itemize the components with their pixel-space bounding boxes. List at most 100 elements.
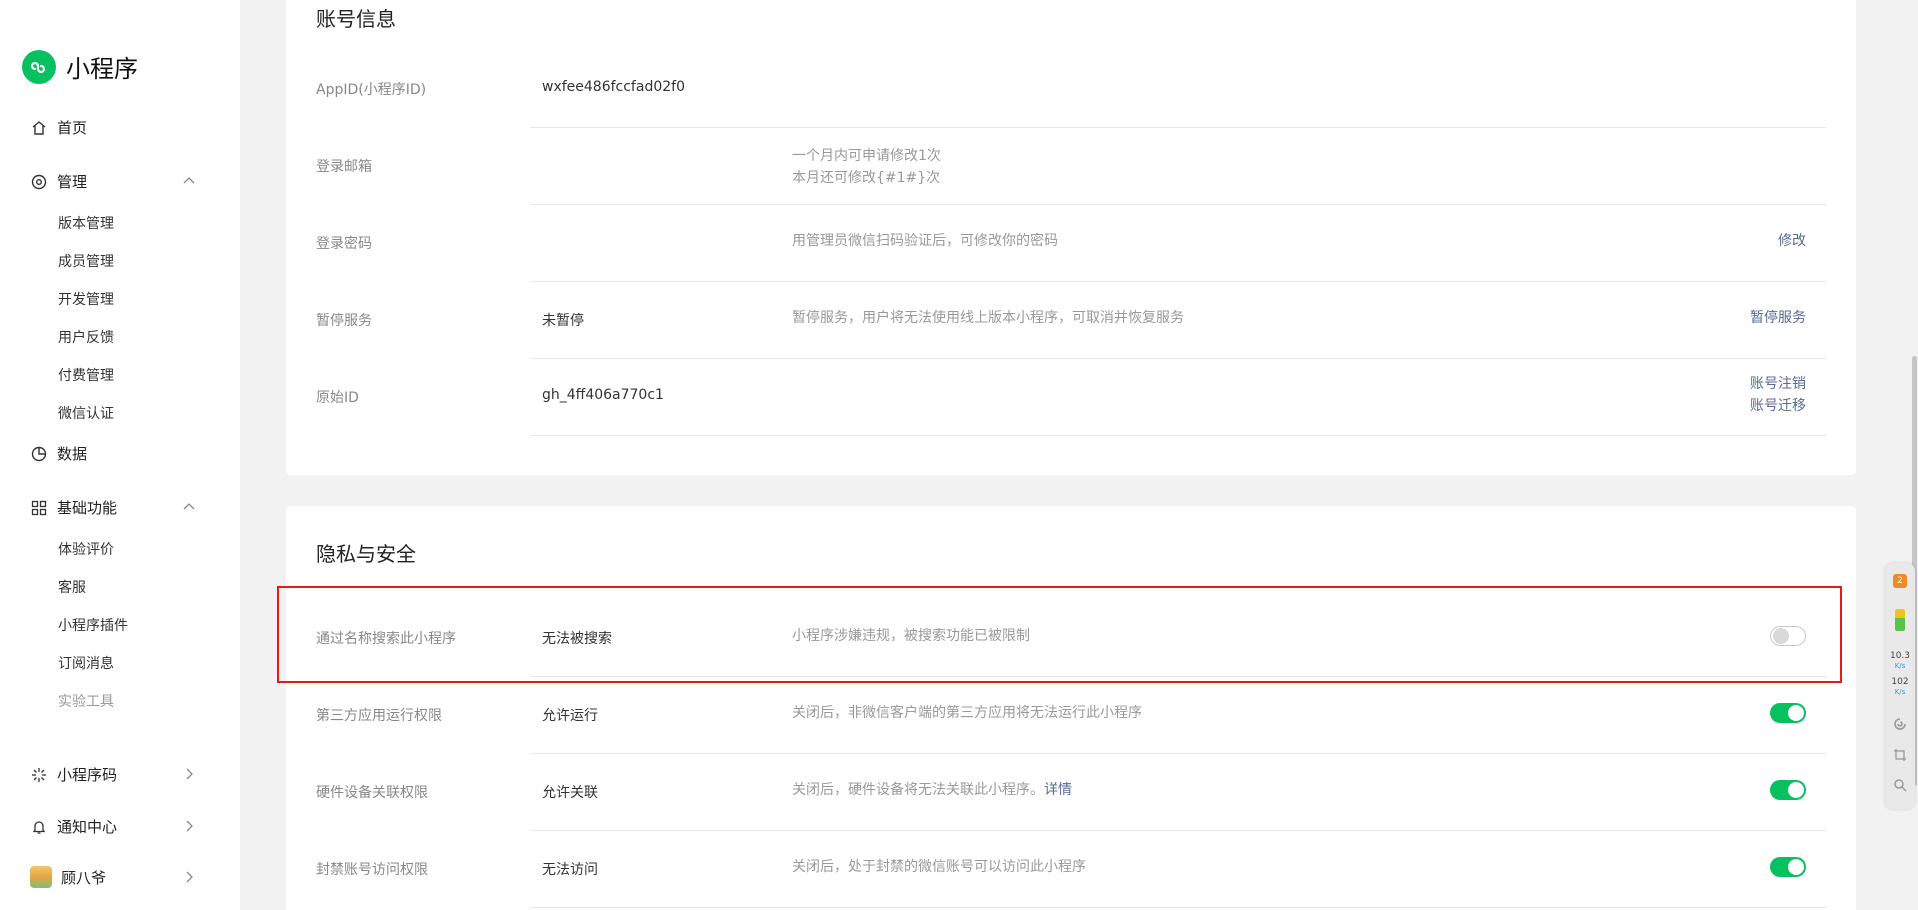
divider bbox=[530, 435, 1826, 436]
modify-password-link[interactable]: 修改 bbox=[1778, 230, 1806, 252]
row-banned: 封禁账号访问权限 无法访问 关闭后，处于封禁的微信账号可以访问此小程序 bbox=[316, 857, 1826, 910]
hardware-label: 硬件设备关联权限 bbox=[316, 785, 428, 801]
row-appid: AppID(小程序ID) wxfee486fccfad02f0 bbox=[316, 77, 1826, 137]
chevron-right-icon[interactable] bbox=[182, 819, 196, 833]
nav-basic[interactable]: 基础功能 bbox=[30, 497, 117, 518]
crop-icon[interactable] bbox=[1893, 748, 1907, 762]
sidebar-item-review[interactable]: 体验评价 bbox=[58, 539, 114, 559]
row-email: 登录邮箱 一个月内可申请修改1次 本月还可修改{#1#}次 bbox=[316, 148, 1826, 220]
nav-manage-label: 管理 bbox=[57, 173, 88, 191]
sidebar-item-subscribe[interactable]: 订阅消息 bbox=[58, 653, 114, 673]
nav-manage[interactable]: 管理 bbox=[30, 171, 87, 192]
email-label: 登录邮箱 bbox=[316, 159, 372, 175]
banned-value: 无法访问 bbox=[542, 862, 598, 878]
origin-id-value: gh_4ff406a770c1 bbox=[542, 387, 664, 403]
banned-desc: 关闭后，处于封禁的微信账号可以访问此小程序 bbox=[792, 859, 1086, 875]
thirdparty-toggle[interactable] bbox=[1770, 703, 1806, 723]
chevron-right-icon[interactable] bbox=[182, 870, 196, 884]
account-title: 账号信息 bbox=[316, 7, 396, 31]
sidebar-item-lab[interactable]: 实验工具 bbox=[58, 691, 114, 711]
nav-notify-label: 通知中心 bbox=[57, 818, 118, 836]
sidebar-item-plugin[interactable]: 小程序插件 bbox=[58, 615, 128, 635]
sidebar-item-version[interactable]: 版本管理 bbox=[58, 213, 114, 233]
network-widget[interactable]: 2 10.3 K/s 102 K/s bbox=[1885, 563, 1915, 809]
toggle-knob bbox=[1788, 859, 1804, 875]
download-value: 102 bbox=[1891, 677, 1909, 687]
swirl-icon[interactable] bbox=[1893, 717, 1907, 731]
row-password: 登录密码 用管理员微信扫码验证后，可修改你的密码 修改 bbox=[316, 233, 1826, 303]
banned-label: 封禁账号访问权限 bbox=[316, 862, 428, 878]
chevron-up-icon[interactable] bbox=[182, 174, 196, 188]
toggle-knob bbox=[1788, 705, 1804, 721]
account-cancel-link[interactable]: 账号注销 bbox=[1750, 373, 1806, 395]
battery-icon bbox=[1895, 609, 1905, 631]
sparkle-icon bbox=[30, 766, 48, 784]
download-speed: 102 K/s bbox=[1886, 677, 1914, 697]
sidebar: 小程序 首页 管理 版本管理 成员管理 开发管理 用户反馈 付费管理 微信认证 … bbox=[0, 0, 240, 910]
email-desc-line2: 本月还可修改{#1#}次 bbox=[792, 170, 941, 186]
nav-qrcode[interactable]: 小程序码 bbox=[30, 764, 117, 785]
thirdparty-desc: 关闭后，非微信客户端的第三方应用将无法运行此小程序 bbox=[792, 705, 1142, 721]
chevron-right-icon[interactable] bbox=[182, 767, 196, 781]
privacy-panel: 隐私与安全 通过名称搜索此小程序 无法被搜索 小程序涉嫌违规，被搜索功能已被限制… bbox=[286, 506, 1856, 910]
suspend-label: 暂停服务 bbox=[316, 313, 372, 329]
hardware-value: 允许关联 bbox=[542, 785, 598, 801]
avatar bbox=[30, 866, 52, 888]
sidebar-item-verify[interactable]: 微信认证 bbox=[58, 403, 114, 423]
privacy-title: 隐私与安全 bbox=[316, 542, 416, 566]
thirdparty-value: 允许运行 bbox=[542, 708, 598, 724]
appid-label: AppID(小程序ID) bbox=[316, 82, 427, 98]
hardware-toggle[interactable] bbox=[1770, 780, 1806, 800]
sidebar-item-payment[interactable]: 付费管理 bbox=[58, 365, 114, 385]
apps-icon bbox=[30, 499, 48, 517]
suspend-value: 未暂停 bbox=[542, 313, 584, 329]
password-label: 登录密码 bbox=[316, 236, 372, 252]
divider bbox=[530, 204, 1826, 205]
sidebar-item-dev[interactable]: 开发管理 bbox=[58, 289, 114, 309]
hardware-desc-text: 关闭后，硬件设备将无法关联此小程序。 bbox=[792, 782, 1044, 798]
nav-user-label: 顾八爷 bbox=[61, 868, 107, 887]
upload-unit: K/s bbox=[1894, 662, 1906, 670]
divider bbox=[530, 907, 1826, 908]
nav-data[interactable]: 数据 bbox=[30, 443, 87, 464]
sidebar-item-service[interactable]: 客服 bbox=[58, 577, 86, 597]
account-panel: 账号信息 AppID(小程序ID) wxfee486fccfad02f0 登录邮… bbox=[286, 0, 1856, 475]
appid-value: wxfee486fccfad02f0 bbox=[542, 79, 685, 95]
hardware-desc: 关闭后，硬件设备将无法关联此小程序。详情 bbox=[792, 779, 1072, 801]
origin-actions: 账号注销 账号迁移 bbox=[1750, 373, 1806, 417]
sidebar-item-members[interactable]: 成员管理 bbox=[58, 251, 114, 271]
origin-id-label: 原始ID bbox=[316, 390, 359, 406]
brand[interactable]: 小程序 bbox=[22, 49, 138, 84]
upload-value: 10.3 bbox=[1889, 651, 1911, 661]
email-desc: 一个月内可申请修改1次 本月还可修改{#1#}次 bbox=[792, 145, 941, 189]
search-icon[interactable] bbox=[1893, 778, 1907, 792]
target-icon bbox=[30, 173, 48, 191]
suspend-desc: 暂停服务，用户将无法使用线上版本小程序，可取消并恢复服务 bbox=[792, 310, 1184, 326]
banned-toggle[interactable] bbox=[1770, 857, 1806, 877]
row-hardware: 硬件设备关联权限 允许关联 关闭后，硬件设备将无法关联此小程序。详情 bbox=[316, 779, 1826, 852]
account-migrate-link[interactable]: 账号迁移 bbox=[1750, 395, 1806, 417]
sidebar-item-feedback[interactable]: 用户反馈 bbox=[58, 327, 114, 347]
nav-data-label: 数据 bbox=[57, 445, 88, 463]
hardware-details-link[interactable]: 详情 bbox=[1044, 782, 1072, 798]
row-suspend: 暂停服务 未暂停 暂停服务，用户将无法使用线上版本小程序，可取消并恢复服务 暂停… bbox=[316, 310, 1826, 380]
divider bbox=[530, 830, 1826, 831]
nav-home[interactable]: 首页 bbox=[30, 117, 87, 138]
row-origin-id: 原始ID gh_4ff406a770c1 账号注销 账号迁移 bbox=[316, 376, 1826, 457]
nav-basic-label: 基础功能 bbox=[57, 499, 118, 517]
nav-qrcode-label: 小程序码 bbox=[57, 766, 118, 784]
nav-notify[interactable]: 通知中心 bbox=[30, 816, 117, 837]
suspend-service-link[interactable]: 暂停服务 bbox=[1750, 307, 1806, 329]
chevron-up-icon[interactable] bbox=[182, 500, 196, 514]
nav-home-label: 首页 bbox=[57, 119, 88, 137]
divider bbox=[530, 127, 1826, 128]
toggle-knob bbox=[1788, 782, 1804, 798]
divider bbox=[530, 358, 1826, 359]
nav-user[interactable]: 顾八爷 bbox=[30, 866, 106, 888]
divider bbox=[530, 753, 1826, 754]
notification-badge[interactable]: 2 bbox=[1893, 574, 1907, 588]
thirdparty-label: 第三方应用运行权限 bbox=[316, 708, 442, 724]
pie-chart-icon bbox=[30, 445, 48, 463]
bell-icon bbox=[30, 818, 48, 836]
download-unit: K/s bbox=[1894, 688, 1906, 696]
